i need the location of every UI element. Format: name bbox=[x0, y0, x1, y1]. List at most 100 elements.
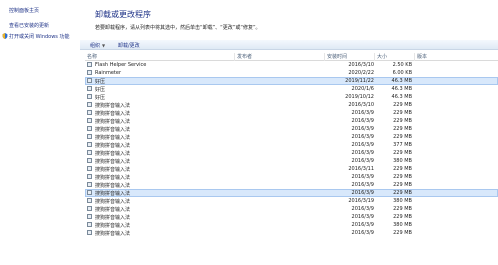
uninstall-change-button[interactable]: 卸载/更改 bbox=[118, 42, 140, 49]
program-name: 搜狗拼音输入法 bbox=[95, 207, 131, 213]
column-header-size[interactable]: 大小 bbox=[375, 53, 415, 61]
program-row[interactable]: 搜狗拼音输入法 2016/3/9 229 MB bbox=[85, 173, 498, 181]
column-header-publisher[interactable]: 发布者 bbox=[235, 53, 325, 61]
program-row[interactable]: 搜狗拼音输入法 2016/3/9 229 MB bbox=[85, 125, 498, 133]
program-installed-on: 2016/3/9 bbox=[351, 214, 374, 220]
program-size: 6.00 KB bbox=[392, 70, 412, 76]
program-name: 搜狗拼音输入法 bbox=[95, 135, 131, 141]
program-name: Rainmeter bbox=[95, 70, 122, 76]
program-row[interactable]: 搜狗拼音输入法 2016/3/9 229 MB bbox=[85, 229, 498, 237]
program-installed-on: 2016/3/9 bbox=[351, 174, 374, 180]
program-size: 229 MB bbox=[393, 190, 412, 196]
program-row[interactable]: Rainmeter 2020/2/22 6.00 KB bbox=[85, 69, 498, 77]
program-row[interactable]: 搜狗拼音输入法 2016/3/9 229 MB bbox=[85, 189, 498, 197]
program-name: 搜狗拼音输入法 bbox=[95, 119, 131, 125]
column-header-name[interactable]: 名称 bbox=[85, 53, 235, 61]
program-installed-on: 2020/1/6 bbox=[351, 86, 374, 92]
program-row[interactable]: 搜狗拼音输入法 2016/3/9 380 MB bbox=[85, 221, 498, 229]
command-bar: 组织 ▼ 卸载/更改 bbox=[80, 40, 498, 50]
program-installed-on: 2016/3/10 bbox=[348, 102, 374, 108]
program-installed-on: 2016/3/10 bbox=[348, 62, 374, 68]
program-size: 229 MB bbox=[393, 102, 412, 108]
view-installed-updates-link[interactable]: 查看已安装的更新 bbox=[9, 22, 49, 29]
program-name: 搜狗拼音输入法 bbox=[95, 159, 131, 165]
column-header-installed-on[interactable]: 安装时间 bbox=[325, 53, 375, 61]
program-row[interactable]: 搜狗拼音输入法 2016/3/10 229 MB bbox=[85, 101, 498, 109]
task-pane: 控制面板主页 查看已安装的更新 打开或关闭 Windows 功能 bbox=[0, 0, 80, 265]
program-icon bbox=[87, 190, 92, 195]
program-icon bbox=[87, 150, 92, 155]
program-installed-on: 2016/3/9 bbox=[351, 206, 374, 212]
chevron-down-icon: ▼ bbox=[102, 43, 106, 48]
program-installed-on: 2016/3/9 bbox=[351, 134, 374, 140]
program-row[interactable]: 好压 2019/10/12 46.3 MB bbox=[85, 93, 498, 101]
program-icon bbox=[87, 222, 92, 227]
column-header-version[interactable]: 版本 bbox=[415, 53, 498, 61]
program-size: 229 MB bbox=[393, 182, 412, 188]
program-name: 搜狗拼音输入法 bbox=[95, 215, 131, 221]
programs-and-features-window: 控制面板主页 查看已安装的更新 打开或关闭 Windows 功能 卸载或更改程序… bbox=[0, 0, 498, 265]
program-installed-on: 2016/3/9 bbox=[351, 118, 374, 124]
program-icon bbox=[87, 102, 92, 107]
program-installed-on: 2016/3/19 bbox=[348, 198, 374, 204]
windows-features-link[interactable]: 打开或关闭 Windows 功能 bbox=[2, 33, 70, 40]
program-row[interactable]: 搜狗拼音输入法 2016/3/9 377 MB bbox=[85, 141, 498, 149]
main-content: 卸载或更改程序 若要卸载程序，请从列表中将其选中，然后单击“卸载”、“更改”或“… bbox=[80, 0, 498, 265]
program-icon bbox=[87, 230, 92, 235]
program-installed-on: 2016/3/9 bbox=[351, 110, 374, 116]
program-size: 2.50 KB bbox=[392, 62, 412, 68]
program-row[interactable]: 搜狗拼音输入法 2016/3/9 229 MB bbox=[85, 181, 498, 189]
program-icon bbox=[87, 158, 92, 163]
program-installed-on: 2016/3/9 bbox=[351, 222, 374, 228]
program-installed-on: 2016/3/9 bbox=[351, 150, 374, 156]
program-size: 229 MB bbox=[393, 134, 412, 140]
program-icon bbox=[87, 78, 92, 83]
program-size: 229 MB bbox=[393, 214, 412, 220]
program-size: 229 MB bbox=[393, 126, 412, 132]
list-header: 名称 发布者 安装时间 大小 版本 bbox=[85, 52, 498, 61]
program-icon bbox=[87, 70, 92, 75]
shield-icon bbox=[2, 33, 8, 39]
program-icon bbox=[87, 94, 92, 99]
program-list[interactable]: 名称 发布者 安装时间 大小 版本 Flash Helper Service 20… bbox=[85, 52, 498, 265]
program-name: 搜狗拼音输入法 bbox=[95, 223, 131, 229]
page-description: 若要卸载程序，请从列表中将其选中，然后单击“卸载”、“更改”或“修复”。 bbox=[95, 25, 261, 31]
program-size: 229 MB bbox=[393, 110, 412, 116]
program-row[interactable]: 搜狗拼音输入法 2016/3/9 229 MB bbox=[85, 149, 498, 157]
program-icon bbox=[87, 134, 92, 139]
program-size: 229 MB bbox=[393, 174, 412, 180]
program-size: 229 MB bbox=[393, 230, 412, 236]
program-name: 好压 bbox=[95, 87, 106, 93]
program-installed-on: 2016/3/9 bbox=[351, 190, 374, 196]
program-name: 搜狗拼音输入法 bbox=[95, 167, 131, 173]
program-row[interactable]: 搜狗拼音输入法 2016/3/9 229 MB bbox=[85, 205, 498, 213]
program-row[interactable]: 好压 2020/1/6 46.3 MB bbox=[85, 85, 498, 93]
program-icon bbox=[87, 214, 92, 219]
program-row[interactable]: Flash Helper Service 2016/3/10 2.50 KB bbox=[85, 61, 498, 69]
program-row[interactable]: 搜狗拼音输入法 2016/3/9 229 MB bbox=[85, 109, 498, 117]
program-name: 搜狗拼音输入法 bbox=[95, 143, 131, 149]
program-installed-on: 2016/3/9 bbox=[351, 182, 374, 188]
program-size: 229 MB bbox=[393, 206, 412, 212]
control-panel-home-link[interactable]: 控制面板主页 bbox=[9, 7, 39, 14]
program-row[interactable]: 搜狗拼音输入法 2016/3/9 229 MB bbox=[85, 213, 498, 221]
program-installed-on: 2019/10/12 bbox=[345, 94, 374, 100]
program-installed-on: 2016/3/9 bbox=[351, 142, 374, 148]
organize-label: 组织 bbox=[90, 43, 101, 49]
program-installed-on: 2019/11/22 bbox=[345, 78, 374, 84]
program-size: 229 MB bbox=[393, 150, 412, 156]
program-row[interactable]: 搜狗拼音输入法 2016/3/11 229 MB bbox=[85, 165, 498, 173]
organize-button[interactable]: 组织 ▼ bbox=[90, 42, 105, 49]
program-installed-on: 2016/3/9 bbox=[351, 126, 374, 132]
program-row[interactable]: 搜狗拼音输入法 2016/3/9 380 MB bbox=[85, 157, 498, 165]
program-row[interactable]: 好压 2019/11/22 46.3 MB bbox=[85, 77, 498, 85]
program-row[interactable]: 搜狗拼音输入法 2016/3/19 380 MB bbox=[85, 197, 498, 205]
page-title: 卸载或更改程序 bbox=[95, 10, 151, 19]
program-size: 380 MB bbox=[393, 198, 412, 204]
program-name: 搜狗拼音输入法 bbox=[95, 199, 131, 205]
program-icon bbox=[87, 206, 92, 211]
program-name: 搜狗拼音输入法 bbox=[95, 183, 131, 189]
program-row[interactable]: 搜狗拼音输入法 2016/3/9 229 MB bbox=[85, 117, 498, 125]
program-icon bbox=[87, 198, 92, 203]
program-row[interactable]: 搜狗拼音输入法 2016/3/9 229 MB bbox=[85, 133, 498, 141]
